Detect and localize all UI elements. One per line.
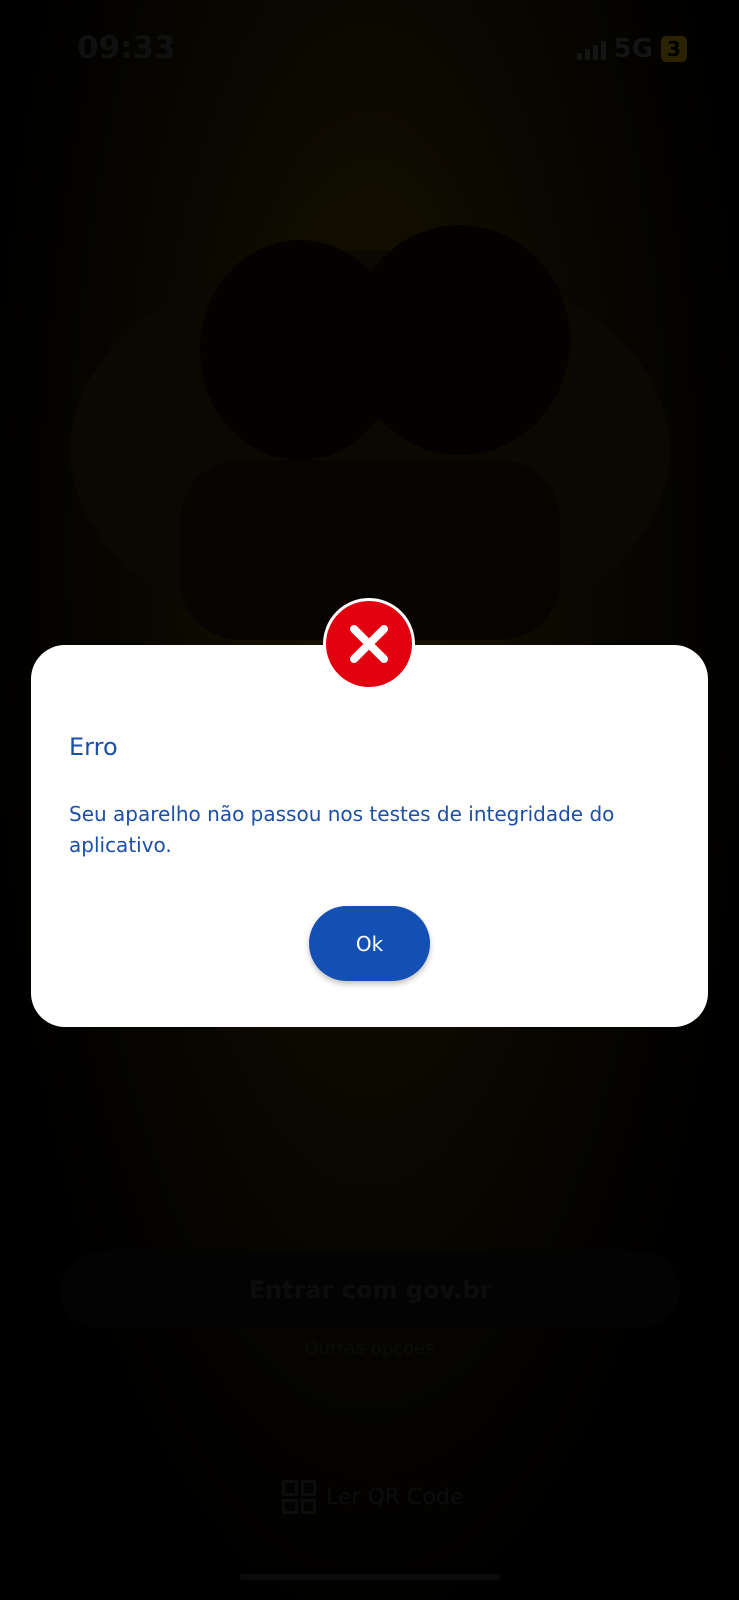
battery-icon: 3 xyxy=(661,36,687,62)
network-label: 5G xyxy=(613,34,653,64)
dialog-title: Erro xyxy=(69,733,118,761)
other-options-link: Outras opções xyxy=(304,1338,435,1359)
qr-code-row: Ler QR Code xyxy=(282,1480,463,1514)
qr-code-icon xyxy=(282,1480,316,1514)
dialog-message: Seu aparelho não passou nos testes de in… xyxy=(69,802,615,857)
home-indicator xyxy=(240,1574,500,1580)
status-indicators: 5G 3 xyxy=(576,34,687,64)
login-govbr-button: Entrar com gov.br xyxy=(60,1252,680,1328)
error-dialog: Erro Seu aparelho não passou nos testes … xyxy=(31,645,708,1027)
status-bar: 09:33 5G 3 xyxy=(0,0,739,100)
qr-code-label: Ler QR Code xyxy=(326,1484,464,1510)
hero-illustration xyxy=(70,225,670,640)
error-x-icon xyxy=(323,598,415,690)
signal-icon xyxy=(576,38,606,60)
close-x-glyph xyxy=(350,625,388,663)
ok-button[interactable]: Ok xyxy=(309,906,430,981)
status-time: 09:33 xyxy=(77,30,176,66)
